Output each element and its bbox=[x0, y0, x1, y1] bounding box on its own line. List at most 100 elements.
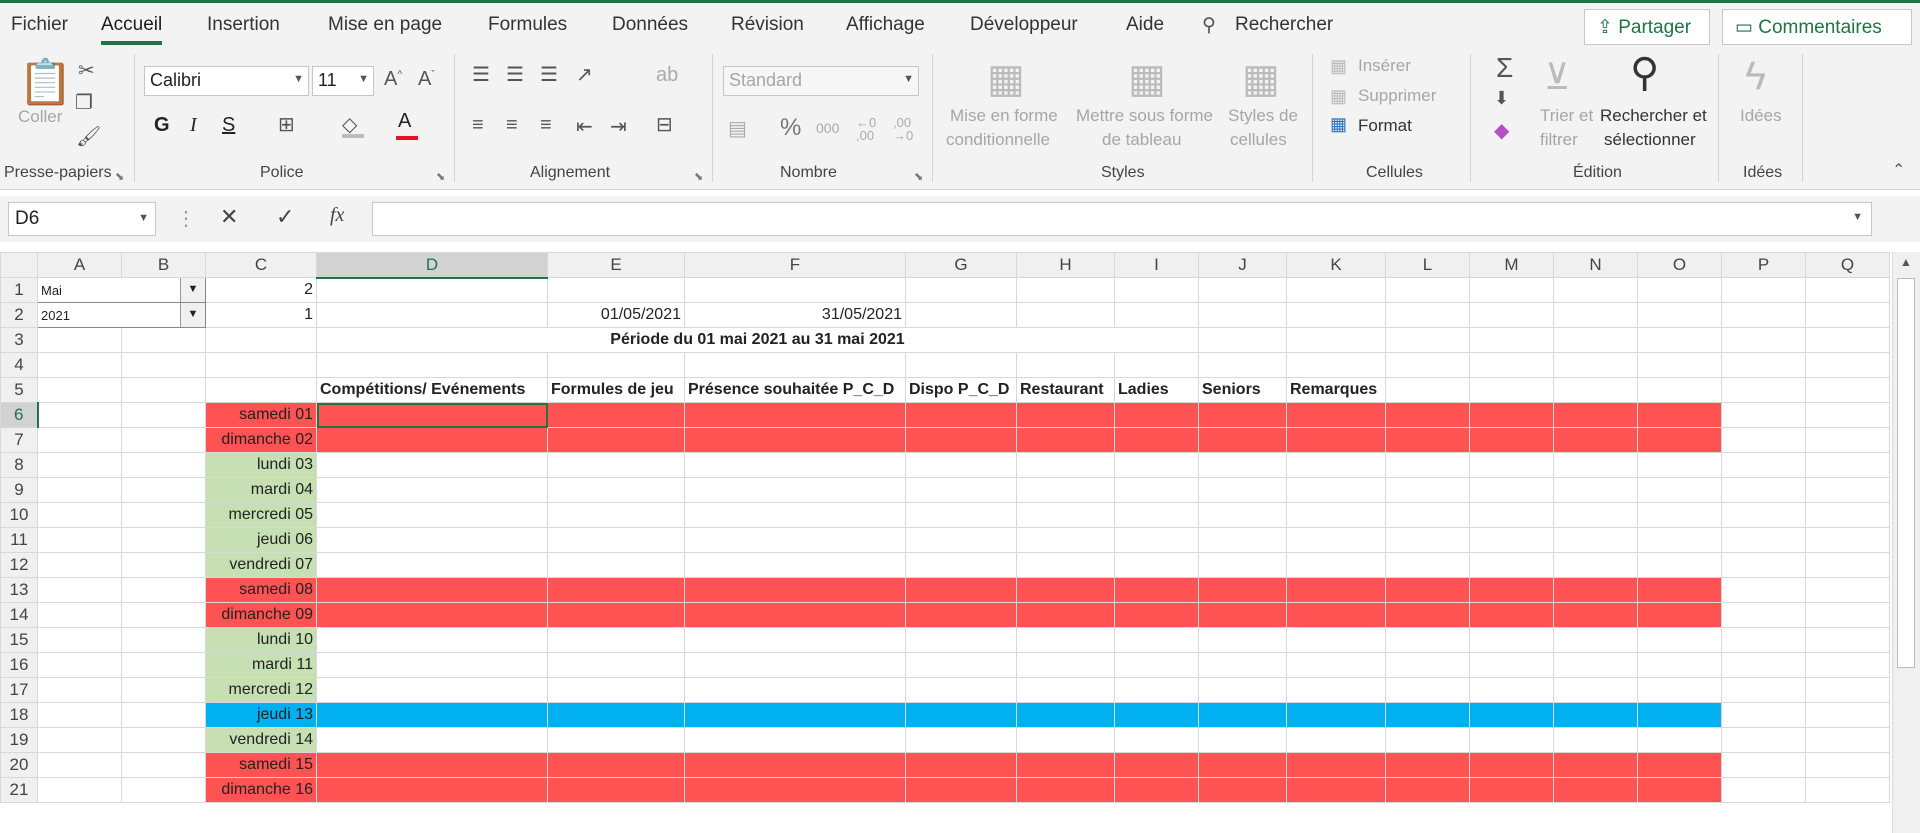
cell[interactable] bbox=[1198, 327, 1287, 353]
schedule-cell[interactable] bbox=[1114, 602, 1199, 628]
schedule-cell[interactable] bbox=[1637, 777, 1722, 803]
confirm-icon[interactable]: ✓ bbox=[276, 204, 294, 230]
schedule-cell[interactable] bbox=[1637, 652, 1722, 678]
table-header-blank[interactable] bbox=[1637, 377, 1722, 403]
schedule-cell[interactable] bbox=[1114, 427, 1199, 453]
schedule-cell[interactable] bbox=[1114, 652, 1199, 678]
schedule-cell[interactable] bbox=[547, 502, 685, 528]
schedule-cell[interactable] bbox=[1637, 602, 1722, 628]
day-label-cell[interactable]: samedi 08 bbox=[205, 577, 317, 603]
tab-insertion[interactable]: Insertion bbox=[207, 14, 280, 36]
schedule-cell[interactable] bbox=[1016, 777, 1115, 803]
cell[interactable] bbox=[1114, 352, 1199, 378]
cell[interactable] bbox=[1805, 702, 1890, 728]
schedule-cell[interactable] bbox=[684, 777, 906, 803]
schedule-cell[interactable] bbox=[905, 477, 1017, 503]
end-date-cell[interactable]: 31/05/2021 bbox=[684, 302, 906, 328]
cell[interactable] bbox=[1469, 352, 1554, 378]
cell[interactable] bbox=[1805, 277, 1890, 303]
tab-affichage[interactable]: Affichage bbox=[846, 14, 925, 36]
year-index-cell[interactable]: 1 bbox=[205, 302, 317, 328]
tab-mise-en-page[interactable]: Mise en page bbox=[328, 14, 442, 36]
cell-styles-label-2[interactable]: cellules bbox=[1230, 130, 1287, 150]
row-header-16[interactable]: 16 bbox=[0, 652, 38, 678]
cell[interactable] bbox=[37, 427, 122, 453]
schedule-cell[interactable] bbox=[547, 702, 685, 728]
align-bottom-icon[interactable]: ☰ bbox=[540, 62, 558, 87]
schedule-cell[interactable] bbox=[1016, 502, 1115, 528]
cell[interactable] bbox=[121, 352, 206, 378]
cell[interactable] bbox=[1721, 552, 1806, 578]
schedule-cell[interactable] bbox=[905, 577, 1017, 603]
cell[interactable] bbox=[547, 277, 685, 303]
schedule-cell[interactable] bbox=[1385, 402, 1470, 428]
schedule-cell[interactable] bbox=[1198, 527, 1287, 553]
delete-cells-button[interactable]: Supprimer bbox=[1358, 86, 1436, 106]
table-header-cell[interactable]: Ladies bbox=[1114, 377, 1199, 403]
cell[interactable] bbox=[1385, 277, 1470, 303]
format-painter-icon[interactable]: 🖌 bbox=[76, 124, 101, 149]
cell[interactable] bbox=[1805, 552, 1890, 578]
cell[interactable] bbox=[1016, 277, 1115, 303]
more-options-icon[interactable]: ⋮ bbox=[176, 206, 196, 231]
schedule-cell[interactable] bbox=[547, 652, 685, 678]
column-header-f[interactable]: F bbox=[684, 252, 906, 278]
cell[interactable] bbox=[1286, 302, 1386, 328]
column-header-p[interactable]: P bbox=[1721, 252, 1806, 278]
row-header-4[interactable]: 4 bbox=[0, 352, 38, 378]
schedule-cell[interactable] bbox=[684, 477, 906, 503]
schedule-cell[interactable] bbox=[316, 727, 548, 753]
cell[interactable] bbox=[1805, 327, 1890, 353]
cell[interactable] bbox=[1198, 302, 1287, 328]
schedule-cell[interactable] bbox=[1553, 652, 1638, 678]
day-label-cell[interactable]: vendredi 14 bbox=[205, 727, 317, 753]
cell[interactable] bbox=[1721, 577, 1806, 603]
orientation-icon[interactable]: ↗ bbox=[576, 62, 593, 87]
cell[interactable] bbox=[1721, 452, 1806, 478]
schedule-cell[interactable] bbox=[1385, 452, 1470, 478]
insert-cells-button[interactable]: Insérer bbox=[1358, 56, 1411, 76]
cell[interactable] bbox=[121, 577, 206, 603]
month-number-cell[interactable]: 2 bbox=[205, 277, 317, 303]
vertical-scrollbar[interactable]: ▲ bbox=[1892, 252, 1920, 833]
wrap-text-icon[interactable]: ab bbox=[656, 64, 678, 87]
schedule-cell[interactable] bbox=[905, 552, 1017, 578]
clipboard-launcher-icon[interactable]: ⬊ bbox=[115, 170, 124, 183]
cell[interactable] bbox=[1805, 502, 1890, 528]
column-header-d[interactable]: D bbox=[316, 252, 548, 279]
cell[interactable] bbox=[1198, 277, 1287, 303]
schedule-cell[interactable] bbox=[905, 652, 1017, 678]
cell[interactable] bbox=[37, 352, 122, 378]
schedule-cell[interactable] bbox=[1286, 677, 1386, 703]
schedule-cell[interactable] bbox=[1553, 602, 1638, 628]
schedule-cell[interactable] bbox=[1198, 702, 1287, 728]
cell[interactable] bbox=[1805, 677, 1890, 703]
increase-decimal-button[interactable]: ←0 ,00 bbox=[856, 116, 886, 142]
day-label-cell[interactable]: samedi 01 bbox=[205, 402, 317, 428]
schedule-cell[interactable] bbox=[1286, 577, 1386, 603]
column-header-j[interactable]: J bbox=[1198, 252, 1287, 278]
cut-icon[interactable]: ✂ bbox=[78, 58, 95, 83]
cell[interactable] bbox=[121, 477, 206, 503]
cell[interactable] bbox=[316, 277, 548, 303]
formula-input[interactable]: ▼ bbox=[372, 202, 1872, 236]
schedule-cell[interactable] bbox=[1114, 627, 1199, 653]
day-label-cell[interactable]: mercredi 05 bbox=[205, 502, 317, 528]
schedule-cell[interactable] bbox=[1637, 452, 1722, 478]
schedule-cell[interactable] bbox=[316, 427, 548, 453]
table-header-cell[interactable]: Formules de jeu bbox=[547, 377, 685, 403]
insert-cells-icon[interactable]: ▦ bbox=[1330, 56, 1347, 77]
day-label-cell[interactable]: dimanche 16 bbox=[205, 777, 317, 803]
delete-cells-icon[interactable]: ▦ bbox=[1330, 86, 1347, 107]
cell[interactable] bbox=[1637, 277, 1722, 303]
sort-filter-icon[interactable]: ⊻ bbox=[1544, 56, 1570, 98]
tab-donnees[interactable]: Données bbox=[612, 14, 688, 36]
day-label-cell[interactable]: mardi 11 bbox=[205, 652, 317, 678]
cell[interactable] bbox=[1721, 752, 1806, 778]
number-launcher-icon[interactable]: ⬊ bbox=[914, 170, 923, 183]
table-header-cell[interactable]: Présence souhaitée P_C_D bbox=[684, 377, 906, 403]
schedule-cell[interactable] bbox=[1385, 602, 1470, 628]
cell[interactable] bbox=[1721, 702, 1806, 728]
increase-indent-icon[interactable]: ⇥ bbox=[610, 114, 627, 139]
day-label-cell[interactable]: dimanche 02 bbox=[205, 427, 317, 453]
